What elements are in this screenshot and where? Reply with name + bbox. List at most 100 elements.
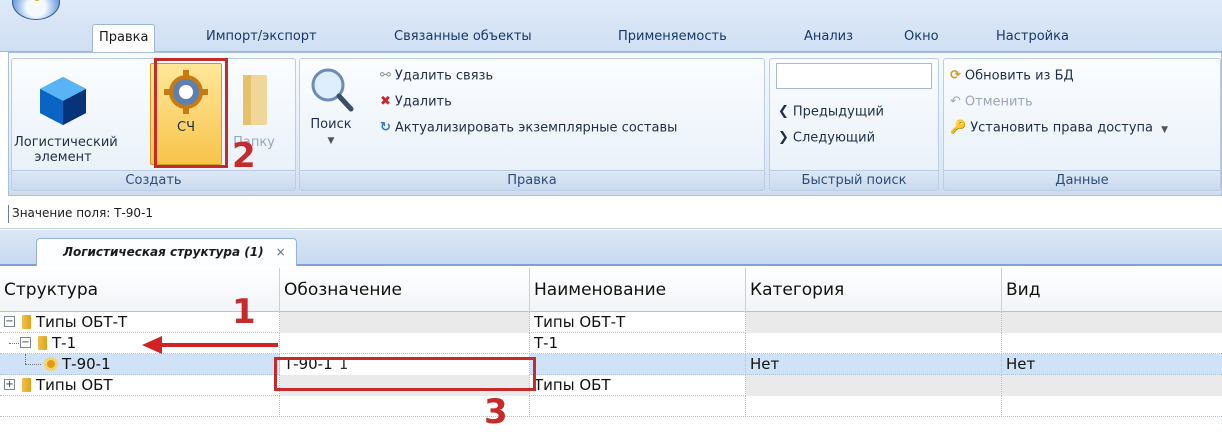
delete-label: Удалить [394,94,452,110]
sch-gear-icon [44,357,58,371]
actualize-label: Актуализировать экземплярные составы [394,120,678,136]
column-type[interactable]: Вид [1002,268,1222,312]
next-label: Следующий [792,130,876,146]
tree-connector [25,354,26,364]
refresh-icon: ⟳ [950,68,961,83]
highlight-designation-cell [274,357,536,391]
expand-icon[interactable]: + [4,379,15,390]
folder-icon [22,315,31,329]
grid-header: Структура Обозначение Наименование Катег… [0,268,1222,312]
search-button[interactable]: Поиск ▼ [306,65,356,149]
tab-logistic-structure[interactable]: Логистическая структура (1) × [36,238,297,266]
group-quick-search-label: Быстрый поиск [770,170,938,190]
collapse-icon[interactable]: − [4,316,15,327]
search-icon [311,68,354,112]
cell-category[interactable] [746,312,1002,333]
cell-designation[interactable] [280,312,530,333]
cell-name[interactable]: Типы ОБТ-Т [530,312,746,333]
cell-type[interactable] [1002,375,1222,396]
unlink-icon: ⚯ [380,68,391,83]
table-row[interactable]: − Типы ОБТ-Т Типы ОБТ-Т [0,312,1222,333]
column-category[interactable]: Категория [746,268,1002,312]
chevron-down-icon: ▼ [1161,124,1169,135]
delete-link-button[interactable]: ⚯ Удалить связь [380,65,493,87]
cell-type[interactable] [1002,396,1222,417]
app-menu-button[interactable] [12,0,60,20]
group-data: ⟳ Обновить из БД ↶ Отменить 🔑 Установить пр… [943,58,1221,191]
chevron-right-icon: ❯ [778,130,789,145]
group-edit: Поиск ▼ ⚯ Удалить связь ✖ Удалить ↻ Актуали… [299,58,765,191]
arrow-head-icon [142,336,162,354]
table-row-selected[interactable]: Т-90-1 Т-90-1 I Нет Нет [0,354,1222,375]
close-icon[interactable]: × [276,245,286,259]
refresh-button[interactable]: ⟳ Обновить из БД [950,65,1074,87]
set-access-button[interactable]: 🔑 Установить права доступа ▼ [950,117,1168,139]
collapse-icon[interactable]: − [20,337,31,348]
row-structure-text: Т-1 [52,334,77,352]
menu-bar: Правка Импорт/экспорт Связанные объекты … [0,0,1222,54]
set-access-label: Установить права доступа [970,120,1154,136]
annotation-number-3: 3 [484,392,508,432]
tab-linked-objects[interactable]: Связанные объекты [388,24,538,52]
tab-window[interactable]: Окно [898,24,945,52]
next-button[interactable]: ❯ Следующий [778,127,875,149]
table-row-empty[interactable] [0,396,1222,417]
tab-logistic-structure-label: Логистическая структура (1) [63,245,264,259]
folder-icon [243,75,267,125]
highlight-sch-button [154,58,228,168]
cell-structure: Т-90-1 [0,354,280,375]
logistic-element-button[interactable]: Логистический элемент [14,73,118,165]
cell-type[interactable] [1002,333,1222,354]
cell-name[interactable] [530,396,746,417]
field-value-bar: Значение поля: Т-90-1 [0,199,1222,229]
group-data-label: Данные [944,170,1220,190]
cell-name[interactable]: Типы ОБТ [530,375,746,396]
refresh-label: Обновить из БД [964,68,1074,84]
cell-name[interactable] [530,354,746,375]
undo-icon: ↶ [950,94,961,109]
cell-category[interactable]: Нет [746,354,1002,375]
row-structure-text: Типы ОБТ-Т [36,313,128,331]
actualize-button[interactable]: ↻ Актуализировать экземплярные составы [380,117,677,139]
chevron-down-icon: ▼ [327,136,335,146]
cell-type[interactable]: Нет [1002,354,1222,375]
delete-button[interactable]: ✖ Удалить [380,91,452,113]
delete-link-label: Удалить связь [394,68,494,84]
tab-import-export[interactable]: Импорт/экспорт [200,24,323,52]
annotation-number-1: 1 [232,292,256,332]
cell-category[interactable] [746,333,1002,354]
cell-designation[interactable] [280,333,530,354]
undo-button[interactable]: ↶ Отменить [950,91,1033,113]
cell-category[interactable] [746,396,1002,417]
cell-category[interactable] [746,375,1002,396]
undo-label: Отменить [964,94,1033,110]
app-logo-icon [31,0,43,3]
cell-structure [0,396,280,417]
refresh-green-icon: ↻ [380,120,391,135]
cell-name[interactable]: Т-1 [530,333,746,354]
annotation-number-2: 2 [232,136,256,176]
row-structure-text: Типы ОБТ [36,376,113,394]
column-designation[interactable]: Обозначение [280,268,530,312]
delete-x-icon: ✖ [380,94,391,109]
arrow-line [160,343,278,347]
logistic-element-label: Логистический элемент [14,135,118,165]
access-rights-icon: 🔑 [950,120,967,135]
tree-connector [9,343,19,344]
tab-settings[interactable]: Настройка [990,24,1075,52]
table-row[interactable]: + Типы ОБТ Типы ОБТ [0,375,1222,396]
chevron-left-icon: ❮ [778,104,789,119]
structure-grid: Структура Обозначение Наименование Катег… [0,268,1222,437]
prev-label: Предыдущий [792,104,885,120]
tab-analysis[interactable]: Анализ [798,24,859,52]
tab-pravka[interactable]: Правка [92,24,156,54]
tab-applicability[interactable]: Применяемость [612,24,733,52]
quick-search-input[interactable] [776,63,932,89]
tree-connector [25,364,41,365]
document-tab-bar: Логистическая структура (1) × [0,230,1222,266]
cell-type[interactable] [1002,312,1222,333]
folder-icon [22,378,31,392]
column-name[interactable]: Наименование [530,268,746,312]
cell-structure: + Типы ОБТ [0,375,280,396]
prev-button[interactable]: ❮ Предыдущий [778,101,884,123]
